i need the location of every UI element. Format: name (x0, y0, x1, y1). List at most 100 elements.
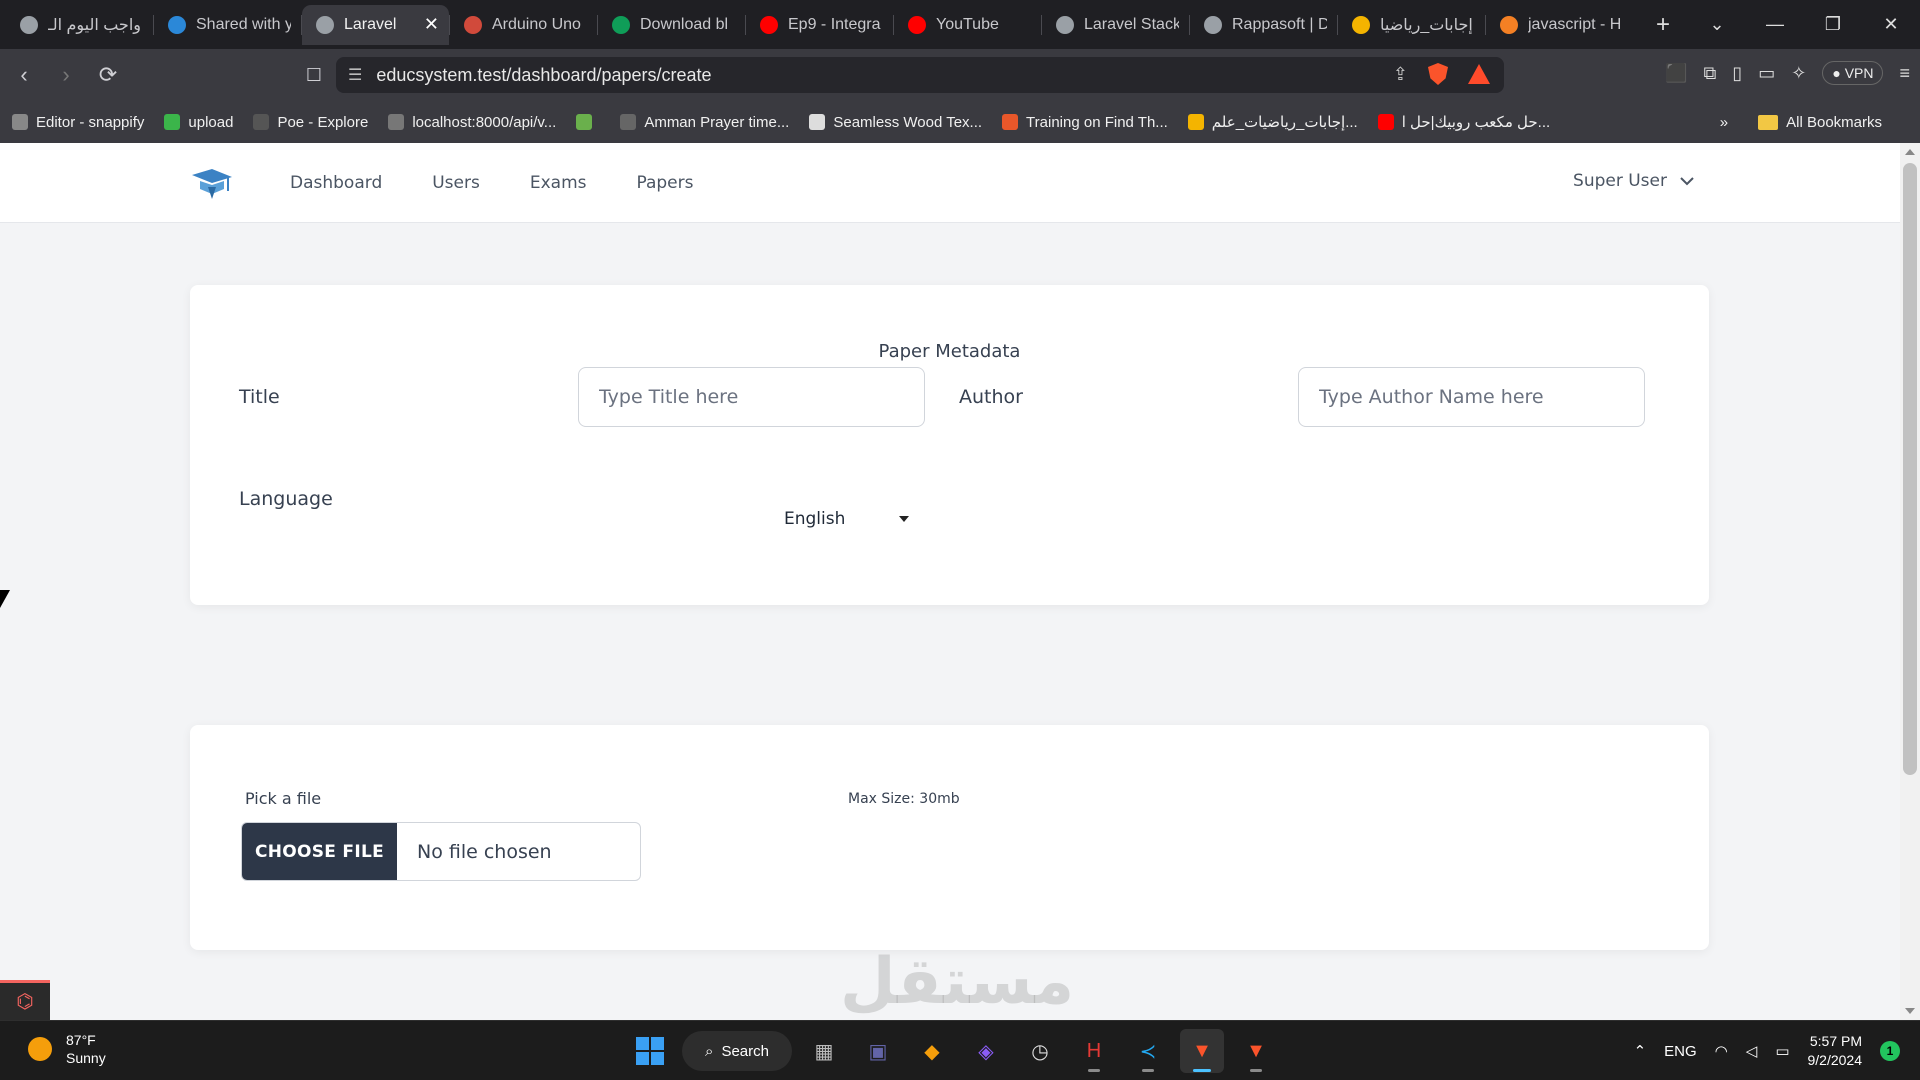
teams-icon[interactable]: ▣ (856, 1029, 900, 1073)
tab-label: Laravel Stack (1084, 15, 1179, 33)
bookmark-favicon-icon (1002, 114, 1019, 130)
browser-tab[interactable]: javascript - H (1486, 5, 1633, 45)
restore-button[interactable]: ❐ (1804, 14, 1862, 35)
bookmark-favicon-icon (12, 114, 28, 130)
browser-tab[interactable]: Rappasoft | D (1190, 5, 1337, 45)
tab-label: Ep9 - Integra (788, 15, 881, 33)
brave-shields-icon[interactable] (1428, 63, 1448, 85)
url-bar[interactable]: ☰ educsystem.test/dashboard/papers/creat… (336, 57, 1504, 93)
omnibox-actions: ⇪ (1393, 63, 1490, 85)
window-controls: ⌄ — ❐ ✕ (1688, 0, 1920, 49)
scroll-up-icon[interactable] (1905, 149, 1915, 155)
tab-label: javascript - H (1528, 15, 1622, 33)
tray-overflow-icon[interactable]: ⌃ (1634, 1042, 1647, 1060)
title-input[interactable] (578, 367, 925, 427)
bookmark-item[interactable]: upload (164, 114, 233, 131)
url-text[interactable]: educsystem.test/dashboard/papers/create (376, 65, 711, 86)
extensions-icon[interactable]: ⧉ (1703, 63, 1716, 84)
scrollbar-thumb[interactable] (1903, 163, 1917, 775)
site-info-icon[interactable]: ☰ (348, 65, 362, 85)
volume-icon[interactable]: ◁ (1746, 1042, 1758, 1060)
new-tab-button[interactable]: + (1645, 11, 1681, 39)
bookmark-item[interactable]: إجابات_رياضيات_علم... (1187, 113, 1358, 131)
language-select[interactable]: English (784, 509, 910, 529)
sidebar-icon[interactable]: ▯ (1732, 63, 1742, 84)
vpn-button[interactable]: ● VPN (1822, 61, 1884, 85)
browser-tab[interactable]: Arduino Uno (450, 5, 597, 45)
bookmark-page-icon[interactable]: ☐ (296, 57, 332, 93)
laravel-debugbar-icon[interactable]: ⌬ (0, 980, 50, 1020)
nav-papers[interactable]: Papers (636, 173, 693, 193)
nav-exams[interactable]: Exams (530, 173, 587, 193)
file-status: No file chosen (417, 840, 552, 863)
bookmark-item[interactable]: حل مكعب روبيك|حل ا... (1377, 113, 1550, 131)
vscode-icon[interactable]: ≺ (1126, 1029, 1170, 1073)
wallet-icon[interactable]: ▭ (1758, 63, 1775, 84)
taskbar-search[interactable]: ⌕ Search (682, 1031, 792, 1071)
bookmark-favicon-icon (253, 114, 270, 130)
cloud-icon (168, 15, 186, 34)
notification-badge[interactable]: 1 (1880, 1041, 1900, 1061)
brave-browser-second-icon[interactable]: ▼ (1234, 1029, 1278, 1073)
bookmark-item[interactable]: Training on Find Th... (1002, 114, 1168, 131)
copilot-icon[interactable]: ◈ (964, 1029, 1008, 1073)
brain-icon (20, 15, 38, 34)
more-bookmarks-icon[interactable]: » (1720, 114, 1728, 131)
clock[interactable]: 5:57 PM 9/2/2024 (1808, 1032, 1863, 1070)
brave-browser-icon[interactable]: ▼ (1180, 1029, 1224, 1073)
nav-dashboard[interactable]: Dashboard (290, 173, 382, 193)
browser-tab[interactable]: إجابات_رياضيا (1338, 5, 1485, 45)
file-input[interactable]: CHOOSE FILE No file chosen (241, 822, 641, 881)
brave-rewards-icon[interactable] (1468, 64, 1490, 84)
browser-tab[interactable]: YouTube (894, 5, 1041, 45)
weather-widget[interactable]: 87°F Sunny (28, 1031, 106, 1067)
close-window-button[interactable]: ✕ (1862, 14, 1920, 35)
bookmark-item[interactable]: localhost:8000/api/v... (388, 114, 556, 131)
bookmark-favicon-icon (1377, 114, 1394, 130)
bookmark-item[interactable]: Amman Prayer time... (620, 114, 789, 131)
tab-search-icon[interactable]: ⌄ (1688, 14, 1746, 35)
menu-icon[interactable]: ≡ (1899, 63, 1910, 84)
leo-ai-icon[interactable]: ✧ (1791, 63, 1806, 84)
paper-metadata-card: Paper Metadata Title Author Language Eng… (190, 285, 1709, 605)
browser-tab[interactable]: واجب اليوم الـ (6, 5, 153, 45)
clock-app-icon[interactable]: ◷ (1018, 1029, 1062, 1073)
pdf-extension-icon[interactable]: ⬛ (1665, 63, 1687, 84)
close-tab-icon[interactable]: ✕ (424, 14, 439, 35)
battery-icon[interactable]: ▭ (1775, 1042, 1789, 1060)
heidisql-icon[interactable]: H (1072, 1029, 1116, 1073)
bookmark-item[interactable] (576, 114, 600, 130)
author-label: Author (959, 386, 1023, 408)
forward-icon[interactable]: › (48, 57, 84, 93)
file-explorer-icon[interactable]: ▦ (802, 1029, 846, 1073)
address-bar-row: ‹ › ⟳ ☐ ☰ educsystem.test/dashboard/pape… (0, 49, 1920, 101)
share-icon[interactable]: ⇪ (1393, 64, 1408, 85)
all-bookmarks-folder[interactable]: All Bookmarks (1758, 114, 1882, 131)
bookmark-label: Amman Prayer time... (644, 113, 790, 131)
browser-tab[interactable]: Download bl (598, 5, 745, 45)
browser-tab[interactable]: Shared with y (154, 5, 301, 45)
browser-tab[interactable]: Laravel Stack (1042, 5, 1189, 45)
input-language[interactable]: ENG (1664, 1043, 1697, 1060)
author-input[interactable] (1298, 367, 1645, 427)
app-fox-icon[interactable]: ◆ (910, 1029, 954, 1073)
reload-icon[interactable]: ⟳ (90, 57, 126, 93)
back-icon[interactable]: ‹ (6, 57, 42, 93)
bookmark-favicon-icon (1187, 114, 1204, 130)
bookmark-label: Training on Find Th... (1026, 113, 1168, 131)
wifi-icon[interactable]: ◠ (1715, 1042, 1728, 1060)
minimize-button[interactable]: — (1746, 14, 1804, 35)
scroll-down-icon[interactable] (1905, 1008, 1915, 1014)
start-button[interactable] (628, 1029, 672, 1073)
bookmark-item[interactable]: Seamless Wood Tex... (809, 114, 982, 131)
choose-file-button[interactable]: CHOOSE FILE (242, 823, 397, 880)
browser-tab[interactable]: Ep9 - Integra (746, 5, 893, 45)
nav-users[interactable]: Users (432, 173, 480, 193)
folder-icon (1758, 114, 1779, 130)
bookmark-item[interactable]: Poe - Explore (253, 114, 368, 131)
user-menu-dropdown[interactable]: Super User (1573, 171, 1695, 191)
app-logo-icon[interactable] (190, 167, 234, 201)
browser-tab[interactable]: Laravel ✕ (302, 4, 449, 45)
page-scrollbar[interactable] (1900, 143, 1920, 1020)
bookmark-item[interactable]: Editor - snappify (12, 114, 144, 131)
